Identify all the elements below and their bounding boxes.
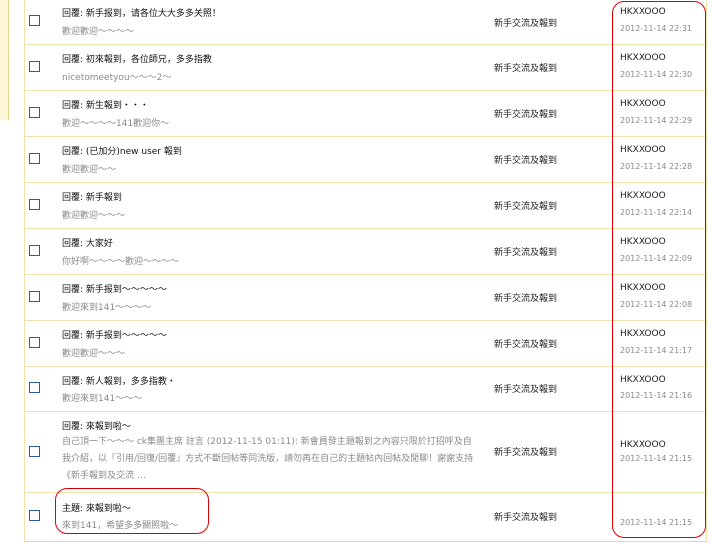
forum-name[interactable]: 新手交流及報到 xyxy=(494,291,557,304)
post-row: 回覆: 新人報到，多多指教・ 歡迎來到141～～～ 新手交流及報到 HKXXOO… xyxy=(25,367,706,412)
select-checkbox[interactable] xyxy=(29,61,40,72)
post-time: 2012-11-14 21:17 xyxy=(620,346,693,355)
post-author[interactable]: HKXXOOO xyxy=(620,329,666,339)
post-title[interactable]: 回覆: 新生報到・・・ xyxy=(62,98,149,111)
post-time: 2012-11-14 21:15 xyxy=(620,518,693,527)
post-time: 2012-11-14 22:31 xyxy=(620,24,693,33)
post-preview: 歡迎來到141～～～ xyxy=(62,394,143,404)
post-author[interactable]: HKXXOOO xyxy=(620,99,666,109)
post-row: 回覆: 新手报到～～～～～ 歡迎來到141～～～～ 新手交流及報到 HKXXOO… xyxy=(25,275,706,321)
post-title[interactable]: 回覆: 來報到啦～ xyxy=(62,419,131,432)
forum-name[interactable]: 新手交流及報到 xyxy=(494,153,557,166)
post-time: 2012-11-14 22:09 xyxy=(620,254,693,263)
side-panel-edge xyxy=(0,0,9,120)
post-time: 2012-11-14 22:28 xyxy=(620,162,693,171)
post-title[interactable]: 回覆: 新人報到，多多指教・ xyxy=(62,374,176,387)
post-row: 回覆: 新手报到～～～～～ 歡迎歡迎～～～ 新手交流及報到 HKXXOOO 20… xyxy=(25,321,706,367)
post-preview: 歡迎歡迎～～～ xyxy=(62,211,126,221)
post-author[interactable]: HKXXOOO xyxy=(620,145,666,155)
post-row: 回覆: (已加分)new user 報到 歡迎歡迎～～ 新手交流及報到 HKXX… xyxy=(25,137,706,183)
select-checkbox[interactable] xyxy=(29,107,40,118)
post-time: 2012-11-14 22:29 xyxy=(620,116,693,125)
forum-name[interactable]: 新手交流及報到 xyxy=(494,382,557,395)
post-preview: 歡迎來到141～～～～ xyxy=(62,303,152,313)
post-row: 回覆: 新手报到，请各位大大多多关照！ 歡迎歡迎～～～～ 新手交流及報到 HKX… xyxy=(25,0,706,45)
forum-name[interactable]: 新手交流及報到 xyxy=(494,337,557,350)
post-author[interactable]: HKXXOOO xyxy=(620,191,666,201)
post-time: 2012-11-14 22:08 xyxy=(620,300,693,309)
post-time: 2012-11-14 22:14 xyxy=(620,208,693,217)
post-row: 回覆: 來報到啦～ 自己頂一下～～～ ck集團主席 註言 (2012-11-15… xyxy=(25,412,706,493)
select-checkbox[interactable] xyxy=(29,245,40,256)
forum-name[interactable]: 新手交流及報到 xyxy=(494,510,557,523)
post-row: 主題: 來報到啦～ 來到141，希望多多關照啦～ 新手交流及報到 2012-11… xyxy=(25,493,706,540)
post-title[interactable]: 回覆: 新手报到～～～～～ xyxy=(62,328,167,341)
post-author[interactable]: HKXXOOO xyxy=(620,283,666,293)
select-checkbox[interactable] xyxy=(29,199,40,210)
select-checkbox[interactable] xyxy=(29,291,40,302)
post-title[interactable]: 回覆: (已加分)new user 報到 xyxy=(62,144,182,157)
post-time: 2012-11-14 22:30 xyxy=(620,70,693,79)
select-checkbox[interactable] xyxy=(29,153,40,164)
post-preview: 歡迎歡迎～～～ xyxy=(62,349,126,359)
post-preview: 來到141，希望多多關照啦～ xyxy=(62,521,179,531)
select-checkbox[interactable] xyxy=(29,15,40,26)
forum-name[interactable]: 新手交流及報到 xyxy=(494,445,557,458)
post-title[interactable]: 回覆: 大家好 xyxy=(62,236,113,249)
select-checkbox[interactable] xyxy=(29,446,40,457)
post-author[interactable]: HKXXOOO xyxy=(620,237,666,247)
post-preview: nicetomeetyou～～～2～ xyxy=(62,73,172,83)
forum-name[interactable]: 新手交流及報到 xyxy=(494,199,557,212)
select-checkbox[interactable] xyxy=(29,382,40,393)
post-time: 2012-11-14 21:15 xyxy=(620,454,693,463)
post-preview: 歡迎～～～～141歡迎你～ xyxy=(62,119,170,129)
post-row: 回覆: 新手報到 歡迎歡迎～～～ 新手交流及報到 HKXXOOO 2012-11… xyxy=(25,183,706,229)
post-title[interactable]: 回覆: 新手報到 xyxy=(62,190,122,203)
forum-name[interactable]: 新手交流及報到 xyxy=(494,245,557,258)
forum-name[interactable]: 新手交流及報到 xyxy=(494,107,557,120)
forum-name[interactable]: 新手交流及報到 xyxy=(494,61,557,74)
post-preview: 歡迎歡迎～～～～ xyxy=(62,27,135,37)
post-author[interactable]: HKXXOOO xyxy=(620,375,666,385)
post-preview: 歡迎歡迎～～ xyxy=(62,165,117,175)
post-author[interactable]: HKXXOOO xyxy=(620,53,666,63)
post-row: 回覆: 初來報到，各位師兄，多多指教 nicetomeetyou～～～2～ 新手… xyxy=(25,45,706,91)
post-time: 2012-11-14 21:16 xyxy=(620,391,693,400)
post-title[interactable]: 回覆: 新手报到，请各位大大多多关照！ xyxy=(62,6,221,19)
post-preview: 自己頂一下～～～ ck集團主席 註言 (2012-11-15 01:11): 新… xyxy=(62,437,474,481)
post-preview: 你好啊～～～～歡迎～～～～ xyxy=(62,257,180,267)
post-row: 回覆: 新生報到・・・ 歡迎～～～～141歡迎你～ 新手交流及報到 HKXXOO… xyxy=(25,91,706,137)
table-bottom-rule xyxy=(24,541,707,542)
post-row: 回覆: 大家好 你好啊～～～～歡迎～～～～ 新手交流及報到 HKXXOOO 20… xyxy=(25,229,706,275)
post-title[interactable]: 回覆: 新手报到～～～～～ xyxy=(62,282,167,295)
post-author[interactable]: HKXXOOO xyxy=(620,440,666,450)
post-title[interactable]: 主題: 來報到啦～ xyxy=(62,501,131,514)
table-right-border xyxy=(706,0,707,542)
post-title[interactable]: 回覆: 初來報到，各位師兄，多多指教 xyxy=(62,52,212,65)
select-checkbox[interactable] xyxy=(29,510,40,521)
post-author[interactable]: HKXXOOO xyxy=(620,7,666,17)
forum-name[interactable]: 新手交流及報到 xyxy=(494,16,557,29)
select-checkbox[interactable] xyxy=(29,337,40,348)
